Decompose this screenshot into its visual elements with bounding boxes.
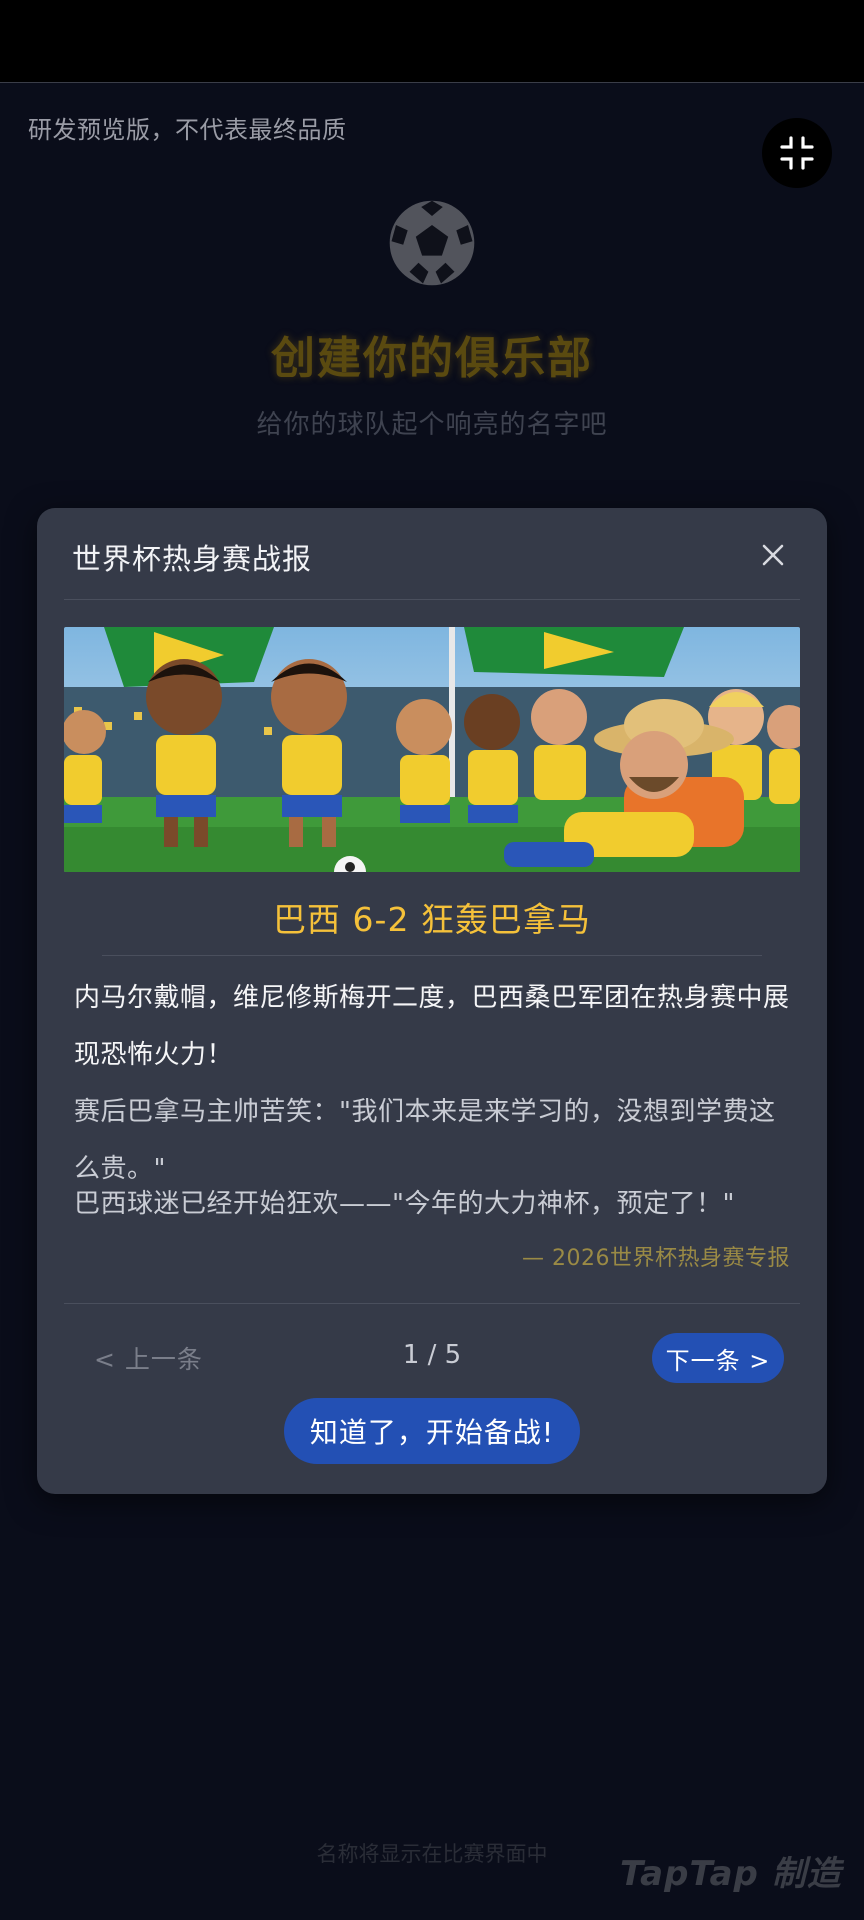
- divider: [102, 955, 762, 956]
- create-club-subtitle: 给你的球队起个响亮的名字吧: [256, 410, 608, 440]
- confirm-button[interactable]: 知道了，开始备战!: [284, 1398, 580, 1464]
- divider: [64, 599, 800, 600]
- collapse-icon: [780, 136, 814, 170]
- divider: [64, 1303, 800, 1304]
- collapse-button[interactable]: [762, 118, 832, 188]
- news-headline: 巴西 6-2 狂轰巴拿马: [273, 900, 591, 939]
- soccer-ball-icon: [389, 200, 475, 286]
- news-paragraph: 内马尔戴帽，维尼修斯梅开二度，巴西桑巴军团在热身赛中展现恐怖火力！: [74, 983, 790, 1070]
- news-modal: 世界杯热身赛战报 巴西 6-2 狂轰巴拿马 内马尔戴帽，维尼修斯梅开二度，巴西桑…: [37, 508, 827, 1494]
- preview-note: 研发预览版，不代表最终品质: [28, 116, 347, 144]
- close-icon: [762, 544, 784, 566]
- taptap-watermark: TapTap 制造: [620, 1854, 842, 1894]
- news-source: — 2026世界杯热身赛专报: [522, 1246, 790, 1271]
- close-button[interactable]: [757, 539, 789, 571]
- next-button[interactable]: 下一条 >: [652, 1333, 784, 1383]
- news-paragraph: 巴西球迷已经开始狂欢——"今年的大力神杯，预定了！": [74, 1189, 735, 1219]
- modal-title: 世界杯热身赛战报: [72, 542, 313, 576]
- create-club-title: 创建你的俱乐部: [271, 333, 593, 384]
- news-illustration: [64, 627, 800, 872]
- status-bar: [0, 0, 864, 83]
